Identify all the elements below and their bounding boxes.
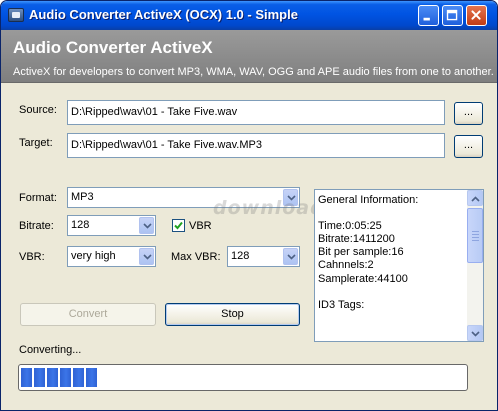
minimize-icon	[423, 17, 430, 21]
bitrate-select[interactable]: 128	[67, 215, 156, 236]
convert-button[interactable]: Convert	[20, 303, 156, 326]
source-label: Source:	[19, 104, 57, 116]
info-line: Samplerate:44100	[318, 272, 408, 285]
chevron-down-icon	[143, 254, 152, 260]
format-label: Format:	[19, 192, 57, 204]
max-vbr-label: Max VBR:	[171, 251, 221, 263]
target-field[interactable]: D:\Ripped\wav\01 - Take Five.wav.MP3	[67, 133, 445, 158]
info-textbox[interactable]: General Information: Time:0:05:25 Bitrate…	[314, 189, 484, 342]
source-browse-button[interactable]: ...	[454, 102, 483, 125]
minimize-button[interactable]	[418, 5, 439, 26]
chevron-down-icon	[143, 223, 152, 229]
target-browse-button[interactable]: ...	[454, 135, 483, 158]
bitrate-label: Bitrate:	[19, 220, 54, 232]
close-button[interactable]	[466, 5, 487, 26]
info-line	[318, 207, 466, 220]
app-icon[interactable]	[8, 8, 24, 22]
chevron-up-icon	[471, 196, 480, 202]
maximize-icon	[446, 9, 458, 21]
info-line: General Information:	[318, 194, 419, 206]
progress-fill	[21, 368, 99, 387]
info-line: Cahnnels:2	[318, 259, 374, 272]
max-vbr-select[interactable]: 128	[227, 246, 300, 267]
scroll-up-button[interactable]	[467, 190, 483, 206]
header-subtitle: ActiveX for developers to convert MP3, W…	[13, 66, 494, 78]
max-vbr-value: 128	[231, 250, 250, 262]
info-scrollbar[interactable]	[467, 190, 483, 341]
bitrate-dropdown-button[interactable]	[139, 217, 154, 234]
format-value: MP3	[71, 191, 94, 203]
header-title: Audio Converter ActiveX	[13, 38, 213, 57]
scroll-down-button[interactable]	[467, 325, 483, 341]
info-line: Time:0:05:25	[318, 220, 382, 233]
stop-button[interactable]: Stop	[165, 303, 300, 326]
info-line: Bit per sample:16	[318, 246, 404, 259]
max-vbr-dropdown-button[interactable]	[283, 248, 298, 265]
maximize-button[interactable]	[442, 5, 463, 26]
close-icon	[471, 10, 481, 20]
vbr-label: VBR:	[19, 251, 45, 263]
chevron-down-icon	[471, 331, 480, 337]
vbr-value: very high	[71, 250, 116, 262]
chevron-down-icon	[287, 254, 296, 260]
vbr-checkbox-label: VBR	[189, 220, 212, 232]
vbr-select[interactable]: very high	[67, 246, 156, 267]
target-label: Target:	[19, 137, 53, 149]
progress-bar	[18, 364, 468, 391]
app-window: Audio Converter ActiveX (OCX) 1.0 - Simp…	[0, 0, 498, 411]
source-field[interactable]: D:\Ripped\wav\01 - Take Five.wav	[67, 100, 445, 125]
info-line: ID3 Tags:	[318, 298, 365, 311]
status-text: Converting...	[19, 344, 82, 356]
vbr-checkbox[interactable]	[172, 219, 185, 232]
window-title: Audio Converter ActiveX (OCX) 1.0 - Simp…	[29, 7, 298, 22]
title-bar[interactable]: Audio Converter ActiveX (OCX) 1.0 - Simp…	[1, 1, 497, 30]
bitrate-value: 128	[71, 219, 90, 231]
info-line	[318, 312, 466, 325]
info-line	[318, 286, 466, 299]
vbr-dropdown-button[interactable]	[139, 248, 154, 265]
header-banner: Audio Converter ActiveX ActiveX for deve…	[1, 30, 497, 83]
scroll-thumb[interactable]	[467, 208, 483, 263]
info-line: Bitrate:1411200	[318, 233, 395, 246]
info-lines: General Information: Time:0:05:25 Bitrate…	[318, 194, 466, 325]
checkmark-icon	[174, 221, 183, 230]
